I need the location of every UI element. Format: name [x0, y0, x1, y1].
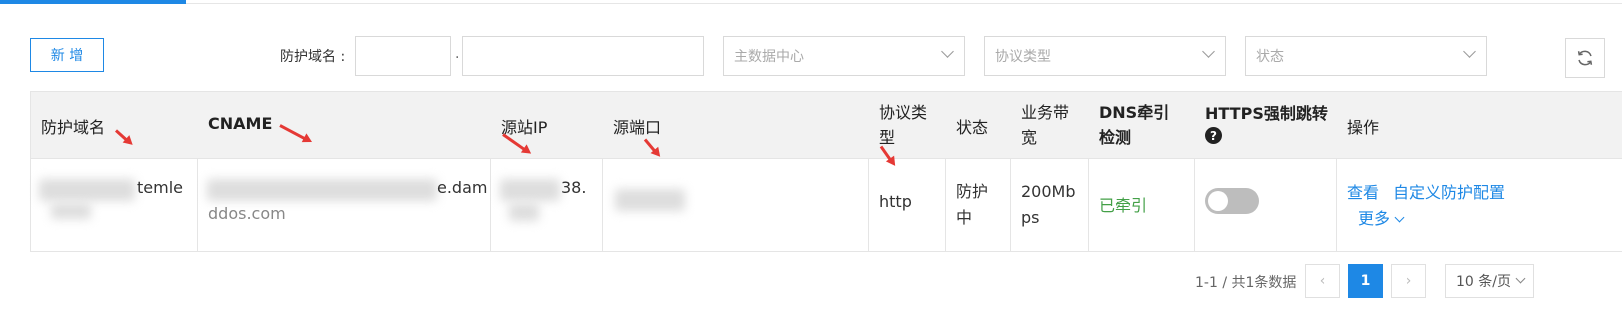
redacted-cname	[207, 179, 437, 201]
col-origin-ip: 源站IP	[501, 118, 548, 137]
chevron-down-icon	[1515, 273, 1526, 283]
prev-page-button[interactable]: ‹	[1305, 264, 1340, 298]
chevron-down-icon	[1463, 45, 1476, 58]
col-actions: 操作	[1347, 118, 1380, 137]
row-cname-line2: ddos.com	[208, 204, 286, 223]
col-origin-port: 源端口	[613, 118, 662, 137]
status-placeholder: 状态	[1256, 49, 1284, 65]
row-protocol: http	[879, 192, 912, 211]
row-dns-status: 已牵引	[1099, 196, 1148, 215]
domain-filter-label: 防护域名 :	[280, 49, 346, 65]
chevron-down-icon	[1202, 45, 1215, 58]
chevron-left-icon: ‹	[1319, 273, 1326, 289]
col-bandwidth: 业务带宽	[1021, 103, 1070, 147]
col-protocol: 协议类型	[879, 103, 928, 147]
col-domain: 防护域名	[41, 118, 106, 137]
col-https: HTTPS强制跳转	[1205, 104, 1328, 123]
redacted-ip	[509, 203, 539, 221]
chevron-down-icon	[1394, 212, 1405, 223]
col-cname: CNAME	[208, 114, 273, 133]
domain-prefix-input[interactable]	[355, 36, 451, 76]
more-label: 更多	[1358, 209, 1391, 228]
next-page-button[interactable]: ›	[1391, 264, 1426, 298]
datacenter-select[interactable]: 主数据中心	[723, 36, 965, 76]
https-redirect-toggle[interactable]	[1205, 188, 1259, 214]
redacted-ip	[500, 179, 560, 201]
custom-protection-link[interactable]: 自定义防护配置	[1393, 179, 1505, 203]
protocol-placeholder: 协议类型	[995, 49, 1051, 65]
col-dns: DNS牵引检测	[1099, 103, 1170, 147]
row-status: 防护中	[956, 182, 989, 227]
redacted-domain	[39, 179, 135, 201]
pagination-summary: 1-1 / 共1条数据	[1195, 275, 1297, 291]
refresh-icon	[1577, 50, 1593, 66]
refresh-button[interactable]	[1565, 38, 1605, 78]
row-domain: temle	[137, 178, 183, 197]
toggle-knob	[1208, 191, 1228, 211]
table-row: temle e.dam ddos.com 38. http 防护中 200Mbp…	[31, 159, 1622, 252]
row-cname-line1: e.dam	[437, 178, 488, 197]
protocol-select[interactable]: 协议类型	[984, 36, 1226, 76]
redacted-port	[615, 189, 685, 211]
col-status: 状态	[956, 118, 989, 137]
page-size-label: 10 条/页	[1456, 274, 1511, 290]
more-dropdown[interactable]: 更多	[1358, 205, 1405, 229]
page-1-button[interactable]: 1	[1348, 264, 1383, 298]
page-size-select[interactable]: 10 条/页	[1445, 264, 1534, 298]
new-button[interactable]: 新 增	[30, 38, 104, 72]
chevron-down-icon	[941, 45, 954, 58]
table-header: 防护域名 CNAME 源站IP 源端口 协议类型 状态 业务带宽 DNS牵引检测…	[31, 92, 1622, 159]
domain-suffix-input[interactable]	[462, 36, 704, 76]
redacted-domain	[51, 203, 91, 219]
row-origin-ip: 38.	[561, 178, 587, 197]
view-link[interactable]: 查看	[1347, 179, 1379, 203]
chevron-right-icon: ›	[1405, 273, 1412, 289]
tab-bar-divider	[0, 3, 1622, 4]
datacenter-placeholder: 主数据中心	[734, 49, 804, 65]
domain-dot-separator: .	[455, 46, 460, 62]
active-tab-indicator	[0, 0, 186, 4]
domain-table: 防护域名 CNAME 源站IP 源端口 协议类型 状态 业务带宽 DNS牵引检测…	[30, 91, 1622, 252]
row-bandwidth: 200Mbps	[1021, 182, 1076, 227]
help-icon[interactable]: ?	[1205, 127, 1222, 144]
status-select[interactable]: 状态	[1245, 36, 1487, 76]
